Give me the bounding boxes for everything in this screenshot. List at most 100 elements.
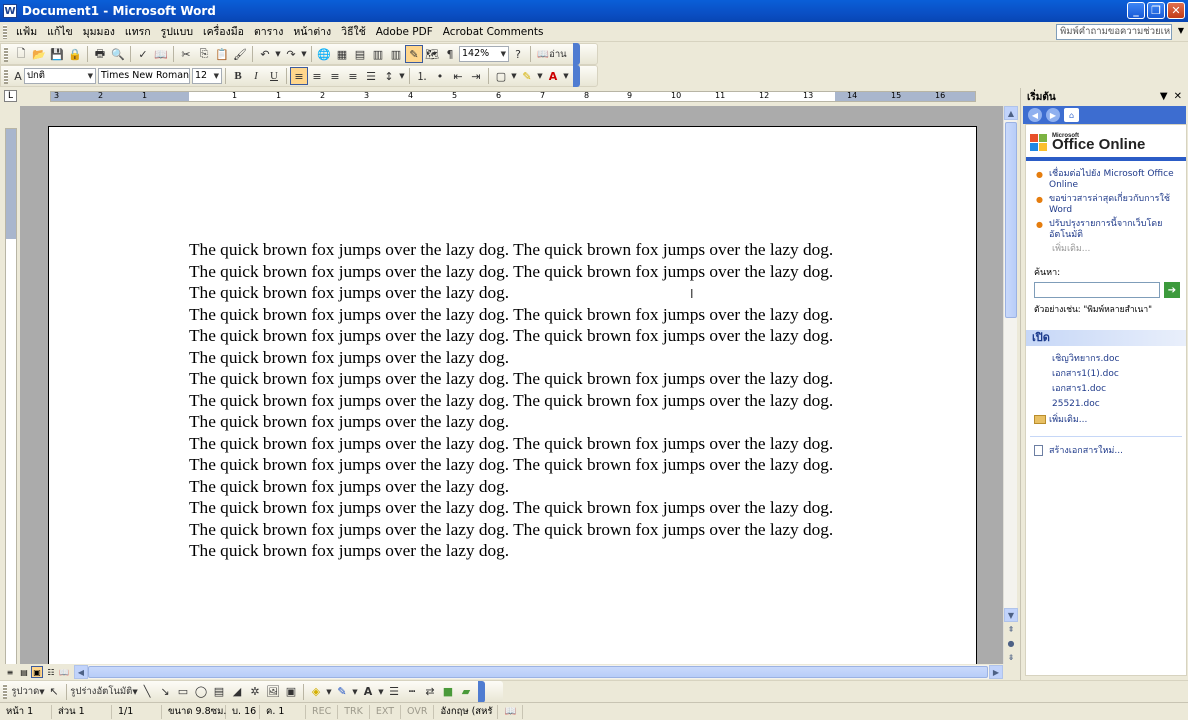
vertical-scroll-thumb[interactable]	[1005, 122, 1017, 318]
paragraph[interactable]: The quick brown fox jumps over the lazy …	[189, 304, 849, 369]
drawing-icon[interactable]: ✎	[405, 45, 423, 63]
permission-icon[interactable]: 🔒	[66, 45, 84, 63]
document-page[interactable]: The quick brown fox jumps over the lazy …	[48, 126, 977, 664]
dash-style-icon[interactable]: ┅	[403, 683, 421, 701]
scroll-down-icon[interactable]: ▼	[1004, 608, 1018, 622]
align-left-icon[interactable]: ≡	[290, 67, 308, 85]
line-icon[interactable]: ╲	[138, 683, 156, 701]
line-spacing-dropdown-icon[interactable]: ▼	[398, 67, 406, 85]
undo-dropdown-icon[interactable]: ▼	[274, 45, 282, 63]
open-folder-icon[interactable]: 📂	[30, 45, 48, 63]
scroll-right-icon[interactable]: ▶	[989, 665, 1003, 679]
highlight-dropdown-icon[interactable]: ▼	[536, 67, 544, 85]
arrow-icon[interactable]: ↘	[156, 683, 174, 701]
fill-color-icon[interactable]: ◈	[307, 683, 325, 701]
paragraph[interactable]: The quick brown fox jumps over the lazy …	[189, 239, 849, 304]
font-size-select[interactable]: 12 ▼	[192, 68, 222, 84]
insert-table-icon[interactable]: ▤	[351, 45, 369, 63]
select-browse-object-icon[interactable]: ●	[1004, 636, 1018, 650]
menu-adobe-pdf[interactable]: Adobe PDF	[371, 26, 438, 38]
borders-dropdown-icon[interactable]: ▼	[510, 67, 518, 85]
columns-icon[interactable]: ▥	[387, 45, 405, 63]
search-input[interactable]	[1034, 282, 1160, 298]
insert-excel-icon[interactable]: ▥	[369, 45, 387, 63]
font-color-dropdown-icon[interactable]: ▼	[562, 67, 570, 85]
menu-insert[interactable]: แทรก	[120, 23, 156, 40]
menu-acrobat-comments[interactable]: Acrobat Comments	[438, 26, 549, 38]
scroll-left-icon[interactable]: ◀	[74, 665, 88, 679]
normal-view-icon[interactable]: ≡	[4, 666, 16, 678]
print-icon[interactable]: 🖶	[91, 45, 109, 63]
toolbar-grip[interactable]	[4, 46, 8, 62]
tables-borders-icon[interactable]: ▦	[333, 45, 351, 63]
link-auto-update[interactable]: ● ปรับปรุงรายการนี้จากเว็บโดยอัตโนมัติ	[1036, 219, 1186, 241]
borders-icon[interactable]: ▢	[492, 67, 510, 85]
oval-icon[interactable]: ◯	[192, 683, 210, 701]
previous-page-icon[interactable]: ⇞	[1004, 622, 1018, 636]
recent-file[interactable]: เอกสาร1.doc	[1052, 382, 1186, 397]
toolbar-grip[interactable]	[4, 68, 8, 84]
reading-layout-icon[interactable]: 📖	[58, 666, 70, 678]
status-ovr[interactable]: OVR	[401, 704, 435, 719]
toolbar-grip[interactable]	[3, 684, 7, 699]
tab-selector[interactable]: L	[4, 90, 17, 102]
zoom-select[interactable]: 142% ▼	[459, 46, 509, 62]
minimize-button[interactable]: _	[1127, 2, 1145, 19]
format-painter-icon[interactable]: 🖌	[231, 45, 249, 63]
font-color-dropdown-icon[interactable]: ▼	[377, 683, 385, 701]
horizontal-scroll-thumb[interactable]	[88, 666, 988, 678]
line-color-icon[interactable]: ✎	[333, 683, 351, 701]
recent-file[interactable]: เชิญวิทยากร.doc	[1052, 352, 1186, 367]
menu-edit[interactable]: แก้ไข	[42, 23, 78, 40]
autoshapes-menu-button[interactable]: รูปร่างอัตโนมัติ ▼	[70, 683, 138, 701]
shadow-style-icon[interactable]: ■	[439, 683, 457, 701]
redo-dropdown-icon[interactable]: ▼	[300, 45, 308, 63]
status-ext[interactable]: EXT	[370, 704, 402, 719]
print-layout-icon[interactable]: ▣	[31, 666, 43, 678]
outline-view-icon[interactable]: ☷	[45, 666, 57, 678]
help-dropdown-icon[interactable]: ▼	[1178, 26, 1184, 35]
link-connect-office-online[interactable]: ● เชื่อมต่อไปยัง Microsoft Office Online	[1036, 169, 1186, 191]
toolbar-options-icon[interactable]	[478, 680, 485, 703]
search-go-icon[interactable]: ➔	[1164, 282, 1180, 298]
line-style-icon[interactable]: ☰	[385, 683, 403, 701]
draw-menu-button[interactable]: รูปวาด ▼	[11, 683, 45, 701]
diagram-icon[interactable]: ✲	[246, 683, 264, 701]
menu-file[interactable]: แฟ้ม	[11, 23, 42, 40]
status-page[interactable]: หน้า 1	[0, 704, 52, 719]
document-body[interactable]: The quick brown fox jumps over the lazy …	[189, 239, 849, 562]
save-icon[interactable]: 💾	[48, 45, 66, 63]
print-preview-icon[interactable]: 🔍	[109, 45, 127, 63]
cut-icon[interactable]: ✂	[177, 45, 195, 63]
back-icon[interactable]: ◀	[1028, 108, 1042, 122]
home-icon[interactable]: ⌂	[1064, 108, 1079, 122]
font-select[interactable]: Times New Roman ▼	[98, 68, 190, 84]
line-spacing-icon[interactable]: ↕	[380, 67, 398, 85]
link-more[interactable]: เพิ่มเติม...	[1036, 244, 1186, 255]
recent-file[interactable]: เอกสาร1(1).doc	[1052, 367, 1186, 382]
close-button[interactable]: ✕	[1167, 2, 1185, 19]
redo-icon[interactable]: ↷	[282, 45, 300, 63]
increase-indent-icon[interactable]: ⇥	[467, 67, 485, 85]
align-center-icon[interactable]: ≡	[308, 67, 326, 85]
paragraph[interactable]: The quick brown fox jumps over the lazy …	[189, 497, 849, 562]
menu-help[interactable]: วิธีใช้	[336, 23, 371, 40]
restore-button[interactable]: ❐	[1147, 2, 1165, 19]
open-more-link[interactable]: เพิ่มเติม...	[1026, 412, 1186, 426]
undo-icon[interactable]: ↶	[256, 45, 274, 63]
horizontal-ruler[interactable]: 3 2 1 1 1 2 3 4 5 6 7 8 9 10 11 12 13 14…	[50, 91, 976, 102]
select-objects-icon[interactable]: ↖	[45, 683, 63, 701]
link-latest-news[interactable]: ● ขอข่าวสารล่าสุดเกี่ยวกับการใช้ Word	[1036, 194, 1186, 216]
menu-view[interactable]: มุมมอง	[78, 23, 120, 40]
new-document-icon[interactable]: 🗋	[12, 45, 30, 63]
decrease-indent-icon[interactable]: ⇤	[449, 67, 467, 85]
italic-icon[interactable]: I	[247, 67, 265, 85]
next-page-icon[interactable]: ⇟	[1004, 650, 1018, 664]
document-area[interactable]: The quick brown fox jumps over the lazy …	[20, 106, 1003, 664]
menu-grip[interactable]	[3, 24, 7, 39]
numbering-icon[interactable]: ⒈	[413, 67, 431, 85]
status-trk[interactable]: TRK	[338, 704, 370, 719]
show-hide-icon[interactable]: ¶	[441, 45, 459, 63]
vertical-ruler[interactable]	[5, 128, 17, 666]
bullets-icon[interactable]: •	[431, 67, 449, 85]
